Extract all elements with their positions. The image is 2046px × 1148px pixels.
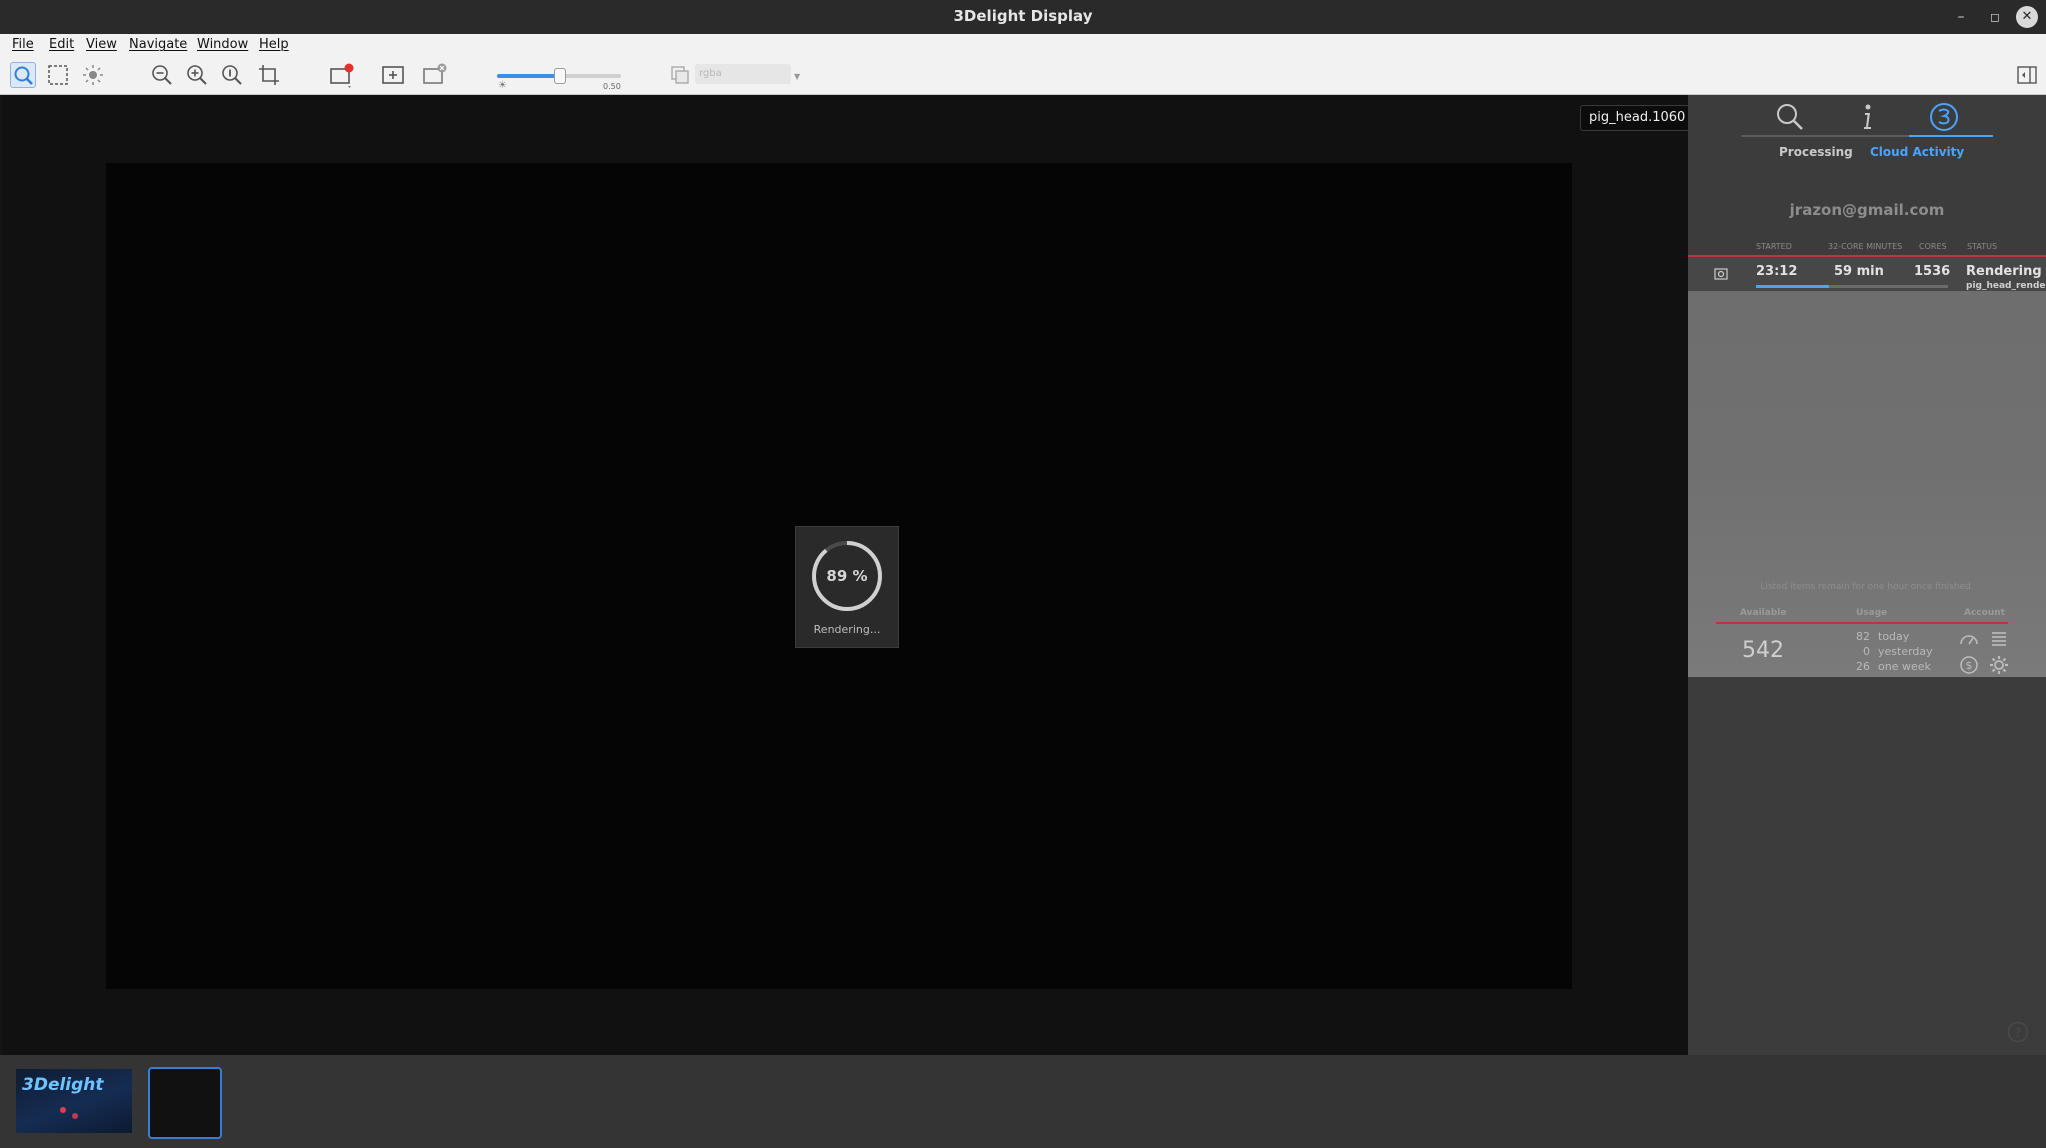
- help-icon[interactable]: ?: [2007, 1021, 2029, 1043]
- exposure-slider-fill: [497, 74, 559, 78]
- usage-label: yesterday: [1878, 645, 1933, 658]
- usage-value: 26: [1856, 660, 1870, 673]
- zoom-out-button[interactable]: [149, 62, 175, 88]
- col-available: Available: [1740, 608, 1787, 618]
- thumbnail-strip: 3Delight: [0, 1055, 2046, 1148]
- available-minutes: 542: [1742, 638, 1784, 663]
- jobs-footer-note: Listed items remain for one hour once fi…: [1760, 582, 1974, 592]
- inspect-tool-button[interactable]: [10, 62, 36, 88]
- menu-navigate[interactable]: Navigate: [129, 37, 187, 52]
- menu-window[interactable]: Window: [197, 37, 248, 52]
- list-icon[interactable]: [1988, 628, 2010, 650]
- col-account: Account: [1964, 608, 2005, 618]
- job-progress-bar: [1756, 285, 1948, 288]
- job-progress-fill: [1756, 285, 1829, 288]
- marquee-icon: [48, 65, 68, 85]
- jobs-table-header: STARTED 32-CORE MINUTES CORES STATUS: [1688, 242, 2046, 254]
- title-bar: 3Delight Display – ◻ ✕: [0, 0, 2046, 34]
- col-core-minutes: 32-CORE MINUTES: [1828, 242, 1903, 251]
- gear-icon[interactable]: [1988, 654, 2010, 676]
- job-core-minutes: 59 min: [1834, 264, 1884, 279]
- usage-label: one week: [1878, 660, 1931, 673]
- usage-one-week: 26 one week: [1818, 660, 1931, 673]
- add-image-icon: [382, 66, 404, 84]
- remove-image-icon: [423, 63, 447, 84]
- usage-value: 0: [1863, 645, 1870, 658]
- menu-edit[interactable]: Edit: [49, 37, 74, 52]
- progress-percent: 89 %: [826, 567, 868, 585]
- region-select-button[interactable]: [45, 62, 71, 88]
- panel-toggle-icon[interactable]: [2016, 64, 2038, 86]
- search-icon[interactable]: [1774, 101, 1806, 133]
- usage-today: 82 today: [1818, 630, 1909, 643]
- add-snapshot-button[interactable]: [380, 62, 406, 88]
- job-started: 23:12: [1756, 264, 1798, 279]
- zoom-reset-icon: [222, 65, 242, 85]
- active-tab-indicator: [1909, 135, 1993, 137]
- progress-status: Rendering...: [813, 623, 881, 636]
- usage-value: 82: [1856, 630, 1870, 643]
- usage-yesterday: 0 yesterday: [1818, 645, 1933, 658]
- remove-snapshot-button[interactable]: [421, 62, 447, 88]
- jobs-list-area: [1688, 291, 2046, 677]
- dollar-icon[interactable]: $: [1958, 654, 1980, 676]
- fit-crop-button[interactable]: [256, 62, 282, 88]
- minimize-button[interactable]: –: [1950, 6, 1972, 28]
- thumbnail-3delight[interactable]: 3Delight: [16, 1069, 132, 1133]
- panel-tab-underline: [1741, 135, 1993, 137]
- exposure-sun-icon: ☀: [498, 80, 507, 91]
- job-name: pig_head_rende: [1966, 281, 2046, 291]
- close-button[interactable]: ✕: [2016, 6, 2038, 28]
- image-name-label: pig_head.1060: [1580, 105, 1695, 131]
- job-preview-icon[interactable]: [1714, 267, 1728, 281]
- crop-icon: [259, 65, 279, 85]
- tab-processing[interactable]: Processing: [1779, 145, 1853, 159]
- maximize-button[interactable]: ◻: [1984, 6, 2006, 28]
- col-status: STATUS: [1967, 242, 1998, 251]
- menu-file[interactable]: File: [12, 37, 34, 52]
- exposure-value: 0.50: [603, 82, 621, 91]
- image-viewport[interactable]: pig_head.1060 89 % Rendering...: [2, 95, 1695, 1055]
- menu-help[interactable]: Help: [259, 37, 289, 52]
- magnifier-icon: [14, 66, 33, 85]
- menu-bar: File Edit View Navigate Window Help: [0, 34, 2046, 56]
- chevron-down-icon[interactable]: ▼: [794, 72, 800, 81]
- thumbnail-highlight: [60, 1107, 66, 1113]
- thumbnail-current-render[interactable]: [148, 1067, 222, 1139]
- layers-icon: [671, 66, 689, 84]
- table-row[interactable]: 23:12 59 min 1536 Rendering pig_head_ren…: [1688, 257, 2046, 291]
- tab-cloud-activity[interactable]: Cloud Activity: [1870, 145, 1964, 159]
- info-icon[interactable]: [1851, 101, 1883, 133]
- layer-select[interactable]: rgba: [695, 64, 791, 84]
- zoom-out-icon: [152, 65, 172, 85]
- toolbar: ☀ 0.50 rgba ▼: [0, 56, 2046, 95]
- col-usage: Usage: [1856, 608, 1888, 618]
- menu-view[interactable]: View: [86, 37, 117, 52]
- zoom-in-button[interactable]: [184, 62, 210, 88]
- zoom-actual-button[interactable]: [219, 62, 245, 88]
- account-divider: [1716, 622, 2008, 624]
- col-started: STARTED: [1756, 242, 1792, 251]
- thumbnail-logo: 3Delight: [22, 1075, 104, 1095]
- usage-label: today: [1878, 630, 1910, 643]
- render-progress: 89 % Rendering...: [795, 526, 899, 648]
- cloud-panel: Processing Cloud Activity jrazon@gmail.c…: [1688, 95, 2046, 1055]
- window-title: 3Delight Display: [953, 7, 1093, 25]
- thumbnail-highlight: [72, 1113, 78, 1119]
- zoom-in-icon: [187, 65, 207, 85]
- svg-text:$: $: [1966, 659, 1973, 672]
- speedometer-icon[interactable]: [1958, 628, 1980, 650]
- account-email: jrazon@gmail.com: [1789, 201, 1945, 219]
- render-button[interactable]: [328, 62, 354, 88]
- render-record-icon: [330, 63, 354, 88]
- job-cores: 1536: [1914, 264, 1951, 279]
- exposure-slider[interactable]: [497, 68, 621, 84]
- exposure-slider-handle[interactable]: [554, 68, 566, 84]
- 3delight-cloud-icon[interactable]: [1928, 101, 1960, 133]
- svg-text:?: ?: [2015, 1026, 2021, 1040]
- col-cores: CORES: [1919, 242, 1947, 251]
- sun-icon: [83, 65, 103, 85]
- job-status: Rendering: [1966, 264, 2042, 279]
- exposure-tool-button[interactable]: [80, 62, 106, 88]
